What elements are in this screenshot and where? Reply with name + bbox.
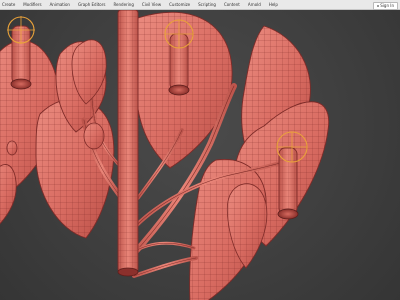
menu-help[interactable]: Help	[265, 0, 282, 10]
menu-civil-view[interactable]: Civil View	[138, 0, 165, 10]
menu-modifiers[interactable]: Modifiers	[19, 0, 45, 10]
user-icon	[377, 5, 380, 7]
application-window: Create Modifiers Animation Graph Editors…	[0, 0, 400, 300]
main-menu-bar: Create Modifiers Animation Graph Editors…	[0, 0, 400, 10]
menu-content[interactable]: Content	[220, 0, 244, 10]
3d-viewport[interactable]	[0, 10, 400, 300]
viewport-canvas[interactable]	[0, 10, 400, 300]
menu-create[interactable]: Create	[0, 0, 19, 10]
menu-rendering[interactable]: Rendering	[109, 0, 137, 10]
menu-animation[interactable]: Animation	[46, 0, 74, 10]
menu-scripting[interactable]: Scripting	[194, 0, 220, 10]
sign-in-button[interactable]: Sign In	[373, 2, 398, 10]
sign-in-label: Sign In	[380, 3, 394, 8]
main-stem[interactable]	[117, 10, 139, 277]
menu-customize[interactable]: Customize	[165, 0, 194, 10]
menu-arnold[interactable]: Arnold	[244, 0, 265, 10]
menu-graph-editors[interactable]: Graph Editors	[74, 0, 109, 10]
